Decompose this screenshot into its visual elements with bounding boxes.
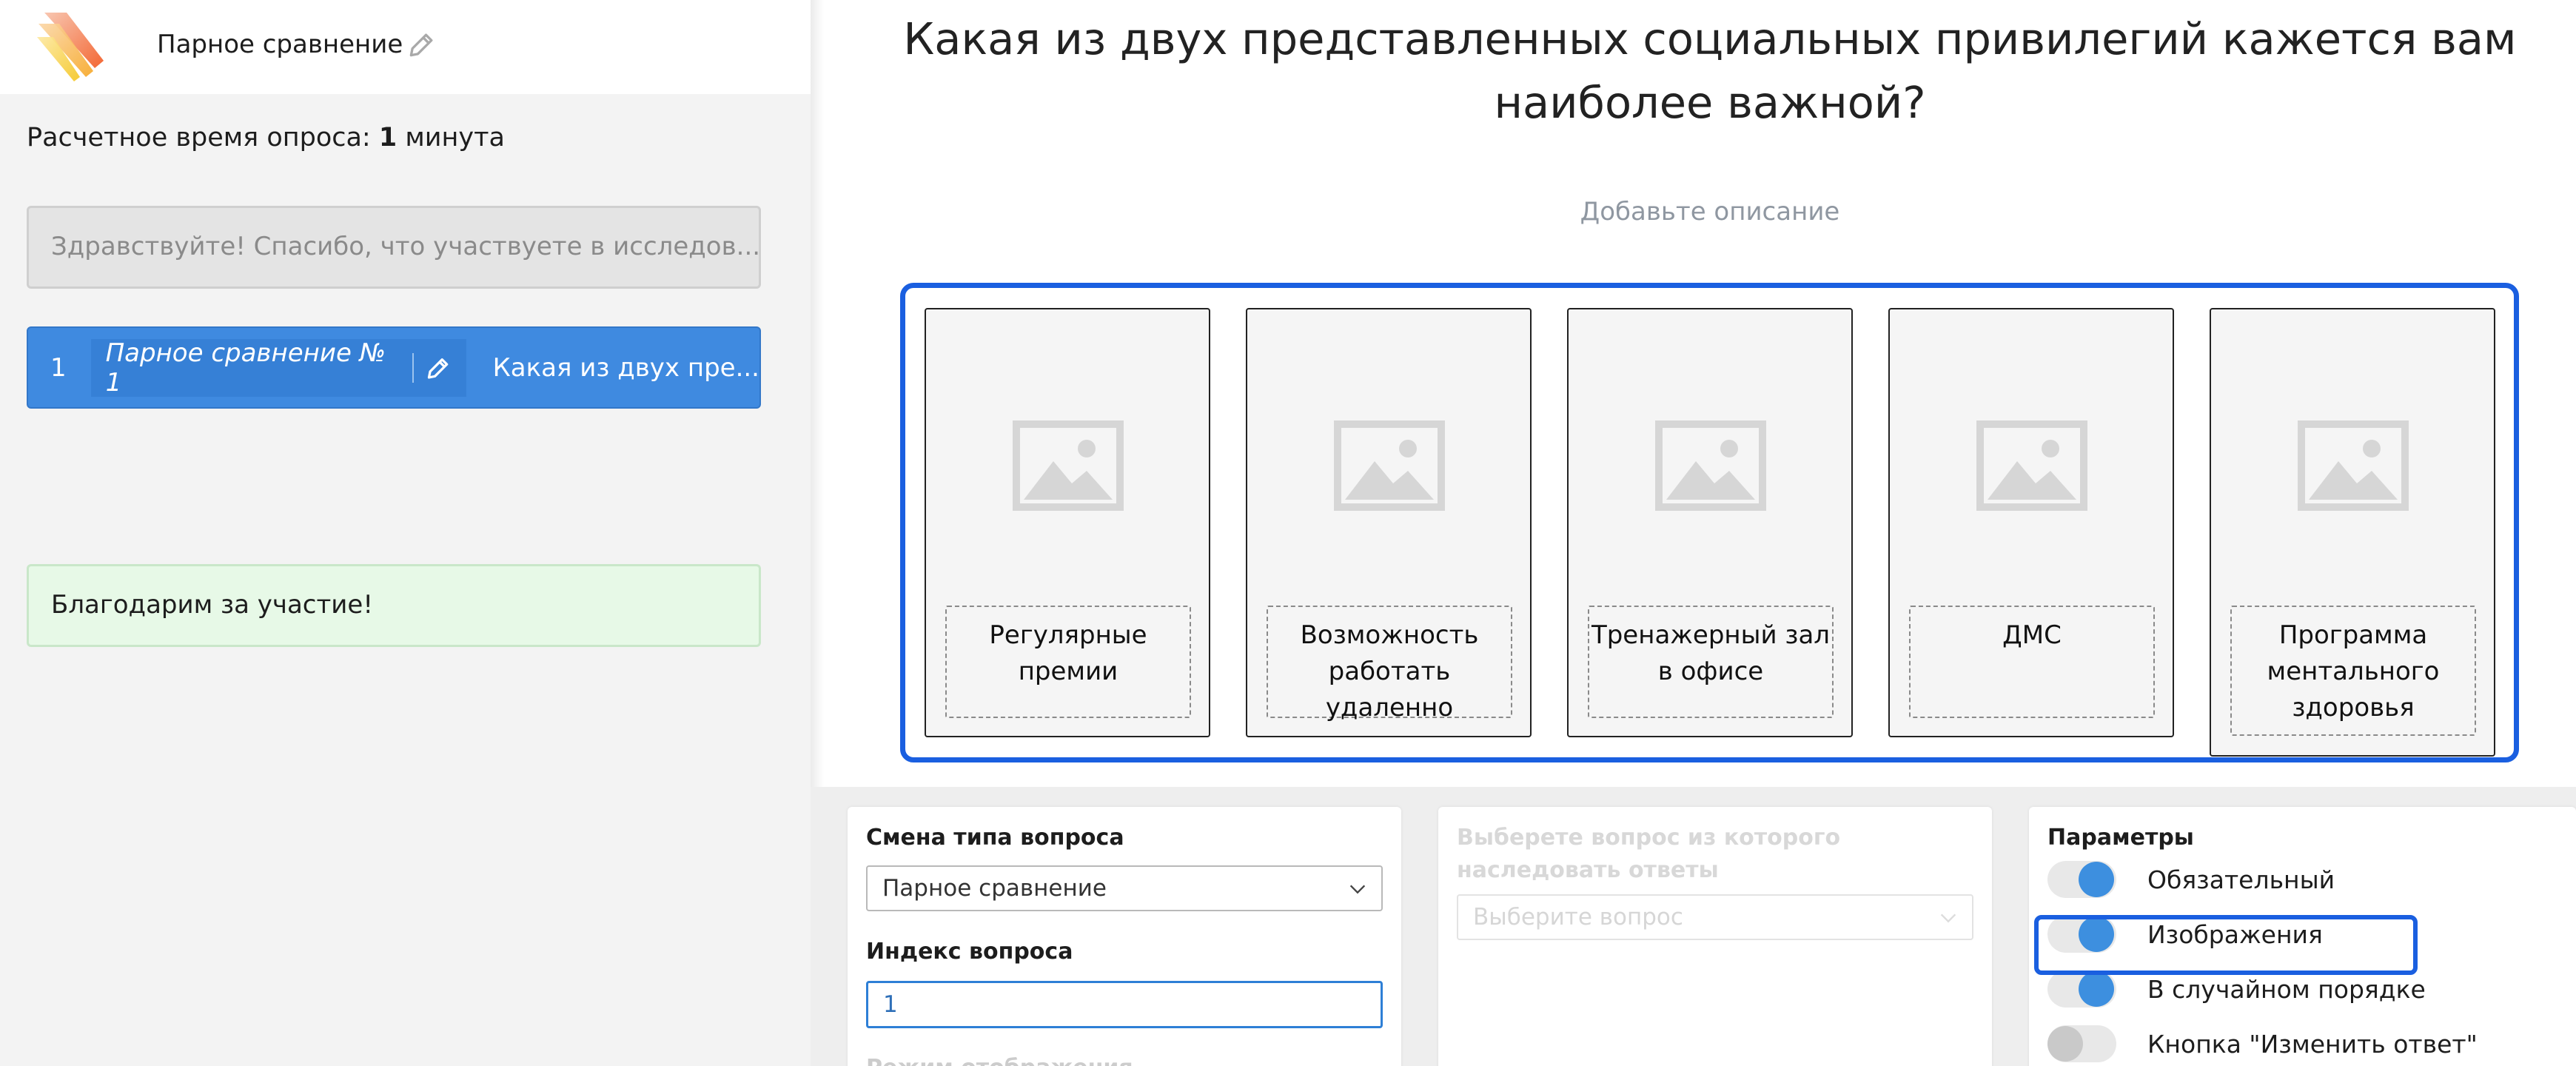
param-change-answer-button: Кнопка "Изменить ответ" [2047, 1022, 2478, 1066]
estimated-time: Расчетное время опроса: 1 минута [27, 122, 505, 153]
welcome-screen-card[interactable]: Здравствуйте! Спасибо, что участвуете в … [27, 206, 761, 289]
option-card[interactable]: Возможность работать удаленно [1246, 308, 1532, 737]
description-placeholder[interactable]: Добавьте описание [851, 197, 2569, 227]
chevron-down-icon [1940, 914, 1956, 923]
option-label[interactable]: Программа ментального здоровья [2230, 606, 2476, 736]
toggle-knob [2079, 971, 2114, 1007]
toggle-knob [2047, 1026, 2083, 1062]
images-highlight-frame [2034, 915, 2418, 975]
display-mode-label: Режим отображения [866, 1055, 1133, 1066]
sidebar: Парное сравнение Расчетное время опроса:… [0, 0, 811, 1066]
question-index-input[interactable]: 1 [866, 981, 1383, 1028]
option-label[interactable]: Возможность работать удаленно [1267, 606, 1512, 723]
chevron-down-icon [1349, 885, 1366, 894]
change-answer-label: Кнопка "Изменить ответ" [2147, 1029, 2478, 1059]
question-type-select[interactable]: Парное сравнение [866, 865, 1383, 911]
option-label[interactable]: Регулярные премии [945, 606, 1191, 718]
options-container: Регулярные премии Возможность работать у… [900, 283, 2519, 762]
parameters-title: Параметры [2047, 825, 2194, 851]
image-placeholder-icon[interactable] [1976, 420, 2087, 511]
option-card[interactable]: ДМС [1888, 308, 2174, 737]
inherit-answers-panel: Выберете вопрос из которого наследовать … [1438, 807, 1992, 1066]
image-placeholder-icon[interactable] [1655, 420, 1766, 511]
question-heading[interactable]: Какая из двух представленных социальных … [851, 7, 2569, 135]
estimated-time-prefix: Расчетное время опроса: [27, 123, 379, 152]
question-index: 1 [50, 352, 67, 383]
question-type-pill: Парное сравнение № 1 [90, 338, 466, 398]
question-type-label: Парное сравнение № 1 [105, 338, 386, 398]
random-order-toggle[interactable] [2047, 971, 2116, 1008]
question-title-preview: Какая из двух пре... [492, 352, 759, 383]
option-card[interactable]: Регулярные премии [925, 308, 1210, 737]
image-placeholder-icon[interactable] [2298, 420, 2409, 511]
question-type-title: Смена типа вопроса [866, 825, 1124, 851]
survey-name: Парное сравнение [157, 30, 403, 59]
random-order-label: В случайном порядке [2147, 974, 2426, 1004]
toggle-knob [2079, 862, 2114, 897]
inherit-answers-title: Выберете вопрос из которого наследовать … [1457, 825, 1841, 883]
pencil-icon[interactable] [424, 353, 453, 383]
inherit-question-placeholder: Выберите вопрос [1473, 904, 1683, 931]
option-label[interactable]: Тренажерный зал в офисе [1588, 606, 1834, 718]
app-logo [37, 13, 104, 81]
survey-header: Парное сравнение [0, 0, 811, 94]
divider [412, 352, 414, 383]
thanks-screen-card[interactable]: Благодарим за участие! [27, 564, 761, 647]
param-required: Обязательный [2047, 857, 2335, 902]
estimated-time-value: 1 [378, 123, 398, 152]
required-toggle[interactable] [2047, 861, 2116, 898]
estimated-time-unit: минута [397, 123, 505, 152]
question-type-select-value: Парное сравнение [882, 875, 1107, 902]
image-placeholder-icon[interactable] [1013, 420, 1124, 511]
question-index-label: Индекс вопроса [866, 939, 1073, 965]
option-card[interactable]: Тренажерный зал в офисе [1567, 308, 1853, 737]
inherit-question-select[interactable]: Выберите вопрос [1457, 894, 1973, 940]
question-type-panel: Смена типа вопроса Парное сравнение Инде… [848, 807, 1401, 1066]
pencil-icon[interactable] [406, 28, 438, 61]
change-answer-toggle[interactable] [2047, 1025, 2116, 1062]
image-placeholder-icon[interactable] [1334, 420, 1445, 511]
option-card[interactable]: Программа ментального здоровья [2210, 308, 2495, 757]
required-label: Обязательный [2147, 865, 2335, 894]
question-list-item[interactable]: 1 Парное сравнение № 1 Какая из двух пре… [27, 326, 761, 409]
option-label[interactable]: ДМС [1909, 606, 2155, 718]
